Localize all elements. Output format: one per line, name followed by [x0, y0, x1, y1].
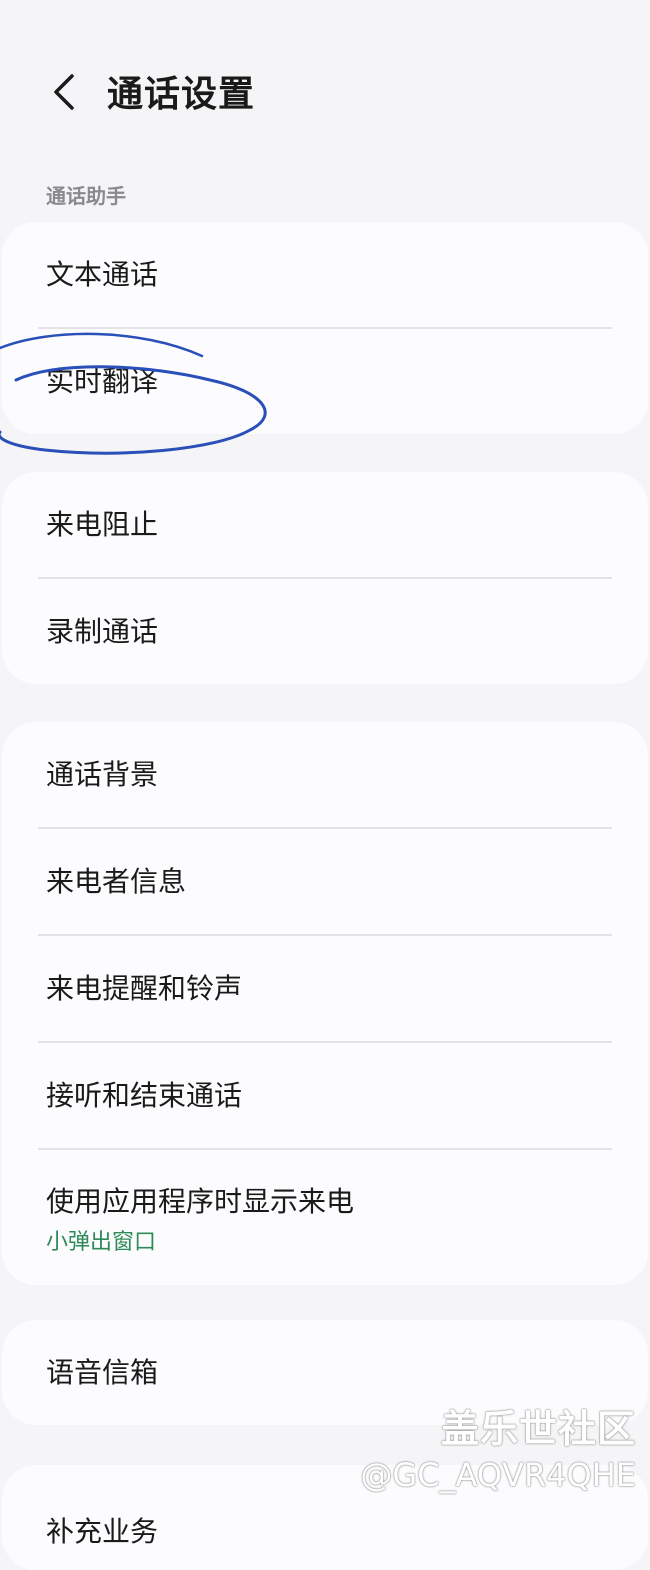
settings-item-alerts-ringtones[interactable]: 来电提醒和铃声 — [2, 936, 648, 1041]
chevron-left-icon — [50, 72, 78, 116]
section-label-call-assistant: 通话助手 — [46, 184, 126, 208]
settings-item-record-calls[interactable]: 录制通话 — [2, 579, 648, 684]
settings-card-display: 通话背景 来电者信息 来电提醒和铃声 接听和结束通话 使用应用程序时显示来电 小… — [2, 722, 648, 1285]
settings-item-caller-info[interactable]: 来电者信息 — [2, 829, 648, 934]
settings-card-blocking: 来电阻止 录制通话 — [2, 472, 648, 684]
settings-item-answer-end-calls[interactable]: 接听和结束通话 — [2, 1043, 648, 1148]
back-button[interactable] — [36, 66, 92, 122]
settings-item-label: 接听和结束通话 — [46, 1079, 243, 1112]
settings-item-label: 使用应用程序时显示来电 — [46, 1185, 355, 1218]
settings-item-show-calls-in-apps[interactable]: 使用应用程序时显示来电 小弹出窗口 — [2, 1150, 648, 1285]
settings-card-voicemail: 语音信箱 — [2, 1320, 648, 1425]
settings-item-call-blocking[interactable]: 来电阻止 — [2, 472, 648, 577]
settings-item-label: 录制通话 — [46, 615, 159, 648]
settings-item-subtext: 小弹出窗口 — [46, 1230, 157, 1255]
settings-item-label: 文本通话 — [46, 258, 159, 291]
settings-item-voicemail[interactable]: 语音信箱 — [2, 1320, 648, 1425]
settings-item-label: 通话背景 — [46, 758, 159, 791]
settings-item-label: 实时翻译 — [46, 365, 159, 398]
settings-item-text-call[interactable]: 文本通话 — [2, 222, 648, 327]
settings-item-supplementary-services[interactable]: 补充业务 — [2, 1465, 648, 1570]
settings-item-label: 来电者信息 — [46, 865, 187, 898]
settings-item-label: 补充业务 — [46, 1515, 159, 1548]
settings-card-supplementary: 补充业务 — [2, 1465, 648, 1570]
settings-item-label: 来电提醒和铃声 — [46, 972, 243, 1005]
settings-card-assistant: 文本通话 实时翻译 — [2, 222, 648, 434]
app-header: 通话设置 — [0, 0, 650, 190]
settings-item-label: 来电阻止 — [46, 508, 159, 541]
settings-item-live-translate[interactable]: 实时翻译 — [2, 329, 648, 434]
settings-item-label: 语音信箱 — [46, 1356, 159, 1389]
page-title: 通话设置 — [107, 74, 256, 115]
settings-item-call-background[interactable]: 通话背景 — [2, 722, 648, 827]
